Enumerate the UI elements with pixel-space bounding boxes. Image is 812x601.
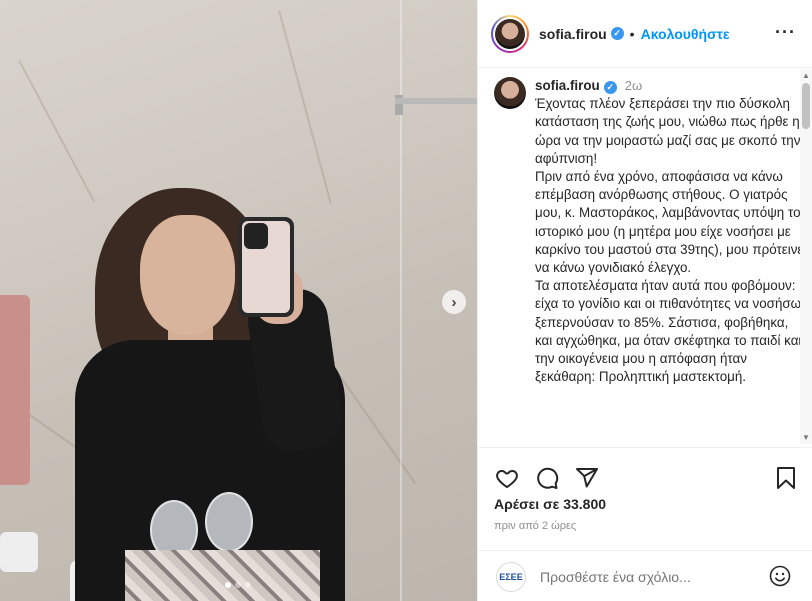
post-header: sofia.firou ✓ • Ακολουθήστε ··· bbox=[478, 0, 812, 68]
likes-count[interactable]: Αρέσει σε 33.800 bbox=[478, 496, 812, 512]
post-panel: sofia.firou ✓ • Ακολουθήστε ··· sofia.fi… bbox=[477, 0, 812, 601]
carousel-dot bbox=[235, 582, 241, 588]
username-link[interactable]: sofia.firou bbox=[539, 26, 607, 42]
towel bbox=[0, 295, 30, 485]
shower-rail bbox=[395, 98, 477, 104]
carousel-dots bbox=[225, 582, 251, 588]
share-icon[interactable] bbox=[574, 465, 600, 491]
toilet-roll bbox=[0, 532, 38, 572]
verified-icon: ✓ bbox=[603, 80, 617, 94]
scrollbar-thumb[interactable] bbox=[802, 83, 810, 129]
separator: • bbox=[629, 25, 635, 42]
post-time[interactable]: πριν από 2 ώρες bbox=[478, 520, 812, 532]
avatar-inner bbox=[493, 16, 527, 51]
avatar[interactable] bbox=[491, 14, 529, 53]
caption-text: Έχοντας πλέον ξεπεράσει την πιο δύσκολη … bbox=[535, 96, 804, 385]
marble-vein bbox=[18, 60, 96, 203]
add-comment-bar: ΕΣΕΕ bbox=[478, 550, 812, 601]
phone bbox=[238, 217, 294, 317]
comment-input[interactable] bbox=[540, 568, 760, 585]
caption-body: sofia.firou ✓ 2ω Έχοντας πλέον ξεπεράσει τ… bbox=[535, 77, 805, 386]
breast-pump bbox=[205, 492, 253, 552]
person-face bbox=[140, 215, 235, 335]
comments-area[interactable]: sofia.firou ✓ 2ω Έχοντας πλέον ξεπεράσει τ… bbox=[478, 69, 812, 444]
post-photo[interactable]: › bbox=[0, 0, 477, 601]
carousel-dot bbox=[245, 582, 251, 588]
comment-icon[interactable] bbox=[534, 465, 560, 491]
caption-time[interactable]: 2ω bbox=[625, 78, 642, 93]
follow-button[interactable]: Ακολουθήστε bbox=[641, 26, 730, 42]
shower-glass bbox=[400, 0, 402, 601]
bookmark-icon[interactable] bbox=[773, 465, 799, 491]
caption: sofia.firou ✓ 2ω Έχοντας πλέον ξεπεράσει τ… bbox=[478, 69, 812, 386]
scroll-up-icon[interactable]: ▲ bbox=[802, 71, 810, 80]
person-pants bbox=[125, 550, 320, 601]
heart-icon[interactable] bbox=[494, 465, 520, 491]
emoji-icon[interactable] bbox=[769, 565, 791, 587]
scrollbar[interactable]: ▲ ▼ bbox=[800, 69, 812, 444]
phone-camera bbox=[244, 223, 268, 249]
avatar-image bbox=[495, 18, 525, 49]
commenter-avatar: ΕΣΕΕ bbox=[496, 561, 526, 592]
chevron-right-icon[interactable]: › bbox=[442, 290, 466, 314]
scroll-down-icon[interactable]: ▼ bbox=[802, 433, 810, 442]
verified-icon: ✓ bbox=[610, 27, 624, 40]
caption-username[interactable]: sofia.firou bbox=[535, 78, 600, 93]
marble-vein bbox=[278, 10, 332, 204]
carousel-dot bbox=[225, 582, 231, 588]
post-actions: Αρέσει σε 33.800 πριν από 2 ώρες ΕΣΕΕ bbox=[478, 447, 812, 597]
more-icon[interactable]: ··· bbox=[775, 22, 796, 43]
action-icons bbox=[478, 448, 812, 496]
caption-avatar[interactable] bbox=[494, 77, 526, 109]
